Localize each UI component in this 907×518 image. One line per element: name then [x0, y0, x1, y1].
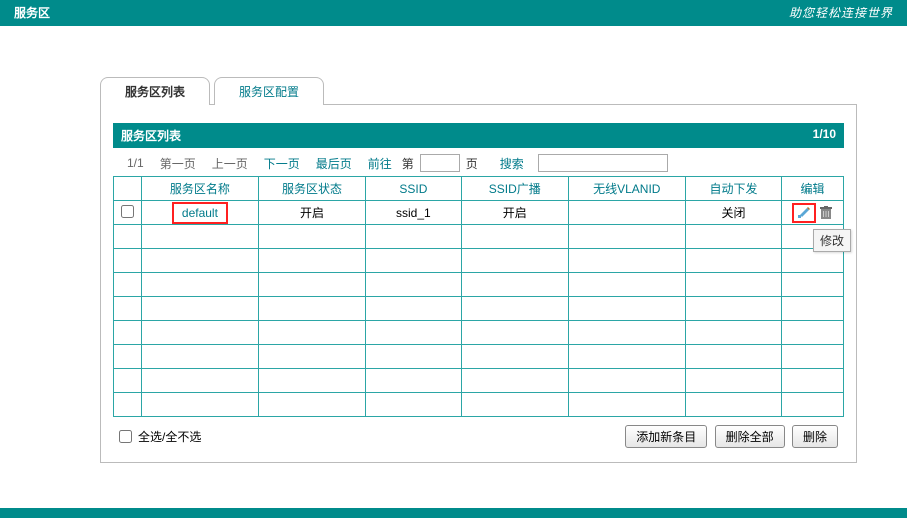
- pager-prev: 上一页: [212, 155, 248, 172]
- page-title: 服务区: [14, 0, 50, 26]
- table-footer: 全选/全不选 添加新条目 删除全部 删除: [113, 417, 844, 448]
- table-row-empty: [114, 393, 844, 417]
- row-checkbox[interactable]: [121, 205, 134, 218]
- page-prefix: 第: [402, 155, 414, 172]
- data-table: 服务区名称 服务区状态 SSID SSID广播 无线VLANID 自动下发 编辑: [113, 176, 844, 417]
- tab-service-list[interactable]: 服务区列表: [100, 77, 210, 105]
- row-checkbox-cell: [114, 201, 142, 225]
- pager-row: 1/1 第一页 上一页 下一页 最后页 前往 第 页 搜索: [113, 148, 844, 176]
- list-header-bar: 服务区列表 1/10: [113, 123, 844, 148]
- row-ssid-broadcast-cell: 开启: [461, 201, 568, 225]
- tab-strip: 服务区列表 服务区配置: [100, 76, 857, 104]
- col-status[interactable]: 服务区状态: [259, 177, 366, 201]
- edit-icon[interactable]: [797, 206, 811, 220]
- col-ssid[interactable]: SSID: [365, 177, 461, 201]
- tab-label: 服务区列表: [125, 85, 185, 99]
- table-row-empty: [114, 249, 844, 273]
- tab-label: 服务区配置: [239, 85, 299, 99]
- row-edit-cell: 修改: [782, 201, 844, 225]
- page-indicator: 1/10: [813, 127, 836, 144]
- delete-button[interactable]: 删除: [792, 425, 838, 448]
- table-row: default 开启 ssid_1 开启 关闭: [114, 201, 844, 225]
- page-suffix: 页: [466, 155, 478, 172]
- table-header-row: 服务区名称 服务区状态 SSID SSID广播 无线VLANID 自动下发 编辑: [114, 177, 844, 201]
- pager-position: 1/1: [127, 156, 144, 170]
- col-vlan[interactable]: 无线VLANID: [568, 177, 685, 201]
- select-all-label: 全选/全不选: [138, 428, 201, 445]
- row-ssid-cell: ssid_1: [365, 201, 461, 225]
- table-row-empty: [114, 273, 844, 297]
- row-vlan-cell: [568, 201, 685, 225]
- service-name-link[interactable]: default: [182, 206, 218, 220]
- select-all-checkbox[interactable]: [119, 430, 132, 443]
- pager-goto[interactable]: 前往: [368, 155, 392, 172]
- pager-next[interactable]: 下一页: [264, 155, 300, 172]
- edit-tooltip: 修改: [813, 229, 851, 252]
- table-row-empty: [114, 345, 844, 369]
- search-input[interactable]: [538, 154, 668, 172]
- row-name-cell: default: [141, 201, 258, 225]
- bottom-accent-bar: [0, 508, 907, 518]
- table-row-empty: [114, 297, 844, 321]
- trash-icon[interactable]: [820, 206, 832, 220]
- pager-first: 第一页: [160, 155, 196, 172]
- col-checkbox: [114, 177, 142, 201]
- highlight-box: default: [172, 202, 228, 224]
- col-auto-deliver[interactable]: 自动下发: [686, 177, 782, 201]
- highlight-box-edit: [792, 203, 816, 223]
- col-edit: 编辑: [782, 177, 844, 201]
- slogan-text: 助您轻松连接世界: [789, 0, 893, 26]
- delete-all-button[interactable]: 删除全部: [715, 425, 785, 448]
- goto-page-input[interactable]: [420, 154, 460, 172]
- tab-service-config[interactable]: 服务区配置: [214, 77, 324, 105]
- col-ssid-broadcast[interactable]: SSID广播: [461, 177, 568, 201]
- pager-search-label[interactable]: 搜索: [500, 155, 524, 172]
- pager-last[interactable]: 最后页: [316, 155, 352, 172]
- list-title: 服务区列表: [121, 127, 181, 144]
- table-row-empty: [114, 321, 844, 345]
- top-bar: 服务区 助您轻松连接世界: [0, 0, 907, 26]
- row-auto-deliver-cell: 关闭: [686, 201, 782, 225]
- table-row-empty: [114, 369, 844, 393]
- panel-container: 服务区列表 1/10 1/1 第一页 上一页 下一页 最后页 前往 第 页 搜索: [100, 104, 857, 463]
- col-name[interactable]: 服务区名称: [141, 177, 258, 201]
- row-status-cell: 开启: [259, 201, 366, 225]
- add-button[interactable]: 添加新条目: [625, 425, 707, 448]
- table-row-empty: [114, 225, 844, 249]
